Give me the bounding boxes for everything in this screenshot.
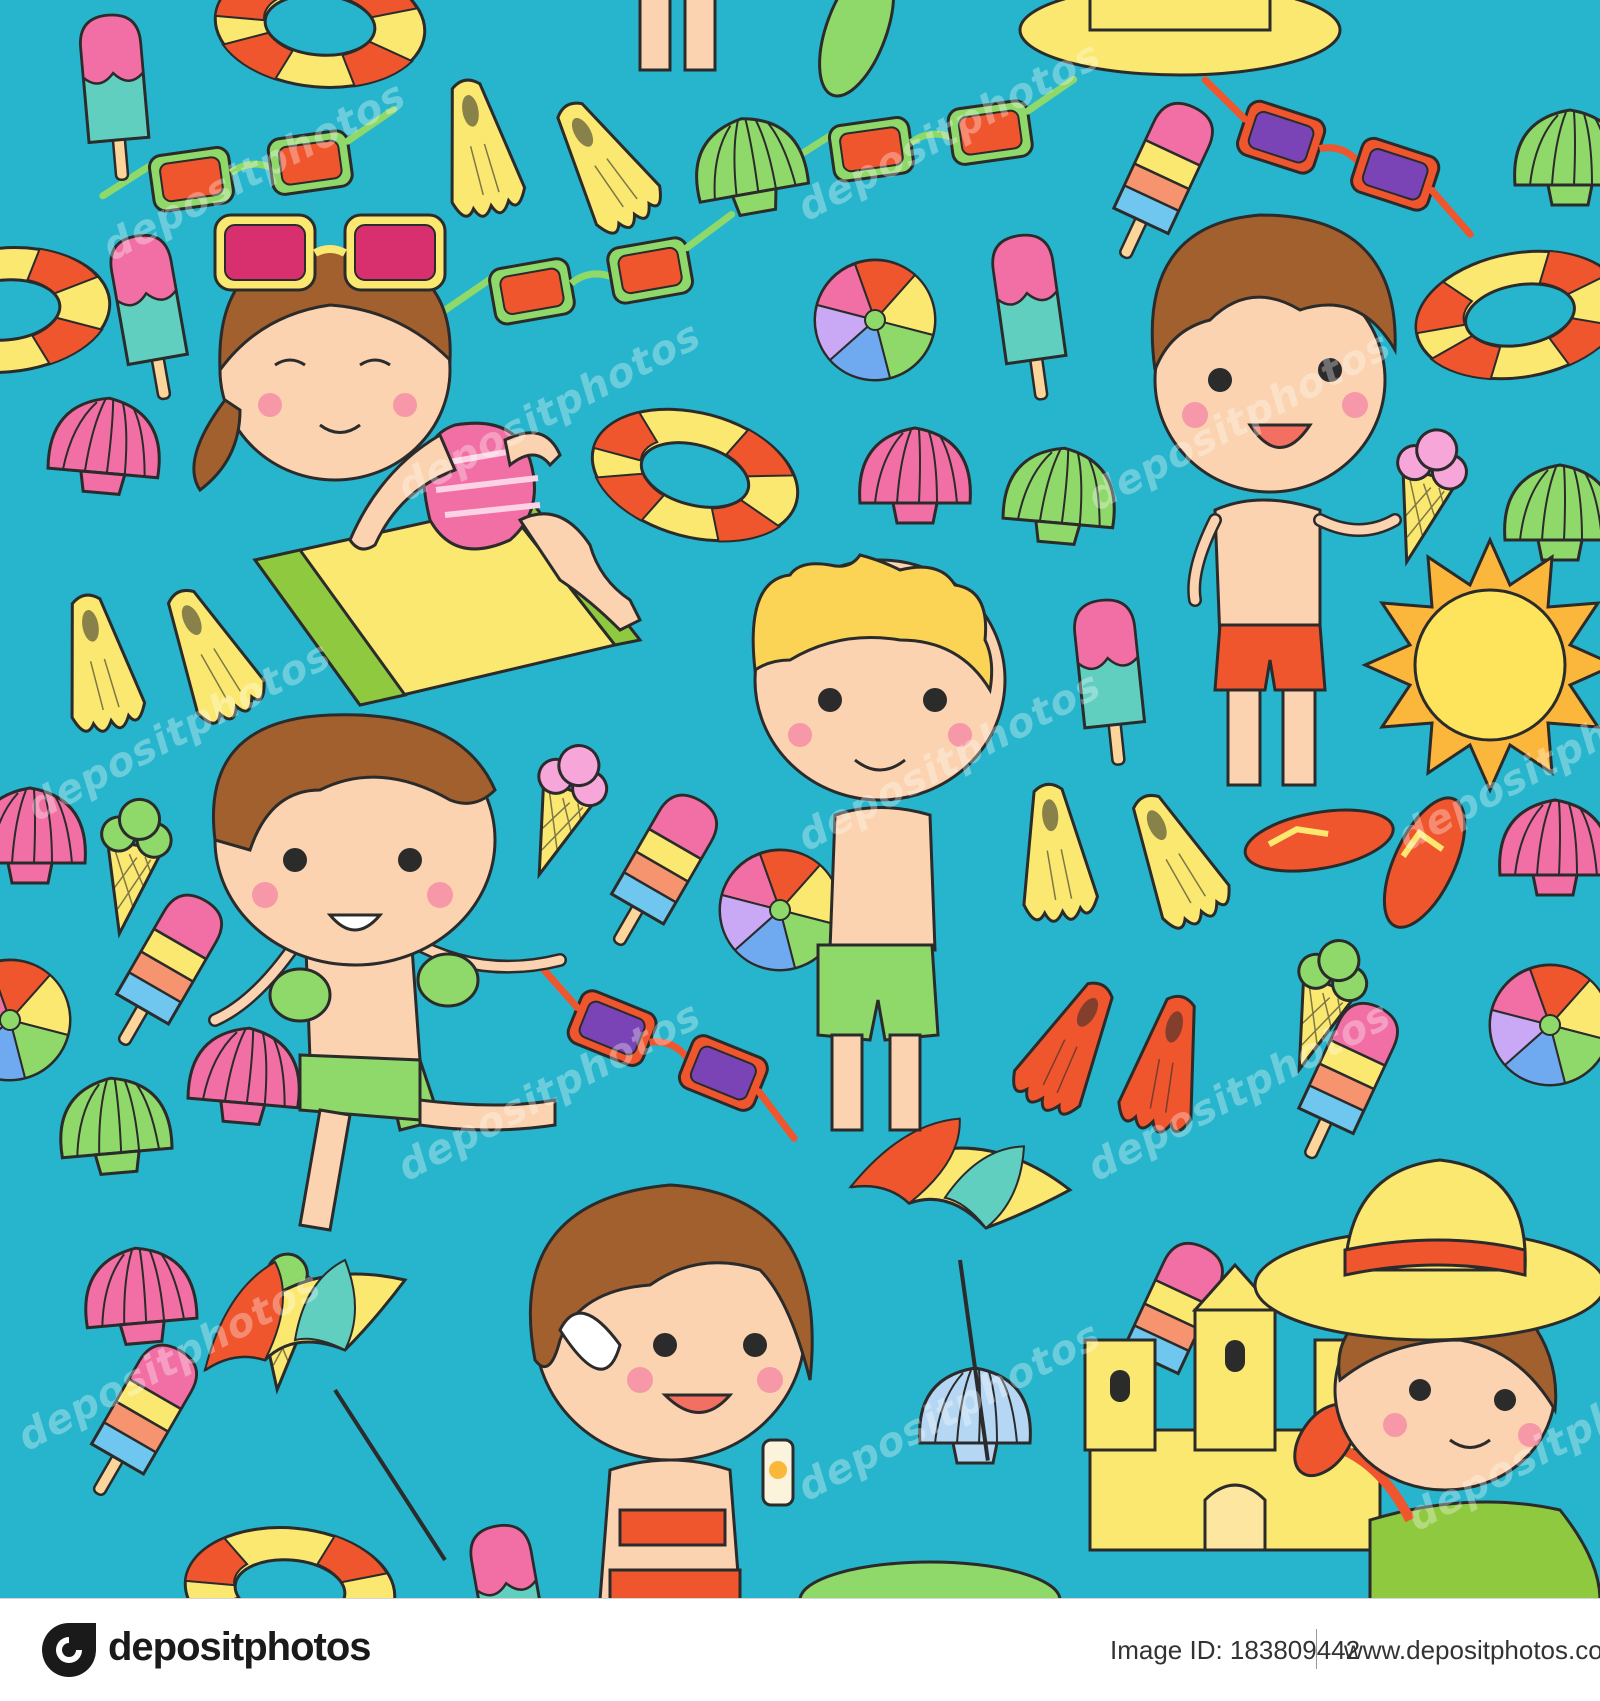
boy-with-beach-ball-figure	[751, 553, 1007, 1132]
image-id-label: Image ID: 183809442	[1110, 1635, 1361, 1665]
footer-divider	[1316, 1629, 1317, 1669]
partial-figure-top	[638, 0, 717, 72]
beach-pattern-illustration: depositphotos depositphotos depositphoto…	[0, 0, 1600, 1598]
sunglasses-icon	[436, 214, 743, 334]
flip-flops-icon	[818, 0, 896, 98]
site-url-link[interactable]: www.depositphotos.com	[1344, 1635, 1600, 1666]
brand-name[interactable]: depositphotos	[108, 1625, 372, 1670]
boy-with-ice-cream-figure	[1150, 213, 1402, 787]
sunglasses-icon	[1185, 80, 1490, 235]
boy-with-armbands-figure	[208, 713, 567, 1232]
illustration-svg	[0, 0, 1600, 1598]
flip-flops-icon	[798, 1560, 1062, 1598]
depositphotos-logo-icon	[42, 1623, 96, 1677]
stock-footer: depositphotos Image ID: 183809442 www.de…	[0, 1598, 1600, 1701]
girl-with-sunscreen-figure	[528, 1183, 814, 1598]
